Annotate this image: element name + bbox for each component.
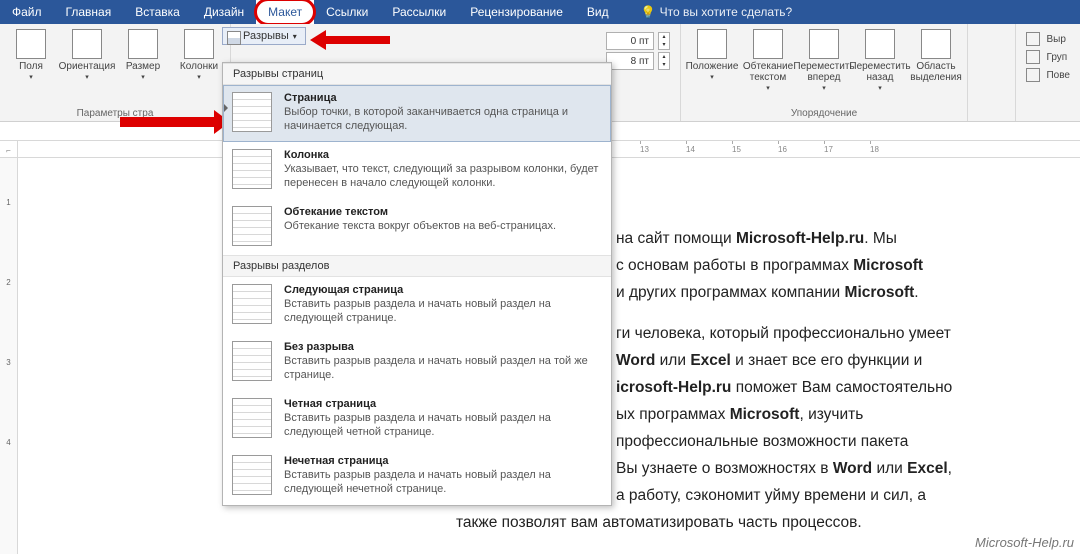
margins-icon bbox=[16, 29, 46, 59]
send-back-button[interactable]: Переместить назад▾ bbox=[853, 26, 907, 97]
ribbon-tabs: Файл Главная Вставка Дизайн Макет Ссылки… bbox=[0, 0, 1080, 24]
tab-design[interactable]: Дизайн bbox=[192, 0, 256, 24]
columns-icon bbox=[184, 29, 214, 59]
page-break-icon bbox=[232, 92, 272, 132]
rotate-button[interactable]: Пове bbox=[1020, 66, 1076, 84]
page-setup-group: Поля▾ Ориентация▾ Размер▾ Колонки▾ Парам… bbox=[0, 24, 231, 121]
tell-me[interactable]: 💡 Что вы хотите сделать? bbox=[621, 5, 793, 19]
spacing-before-value[interactable]: 0 пт bbox=[606, 32, 654, 50]
chevron-down-icon: ▾ bbox=[293, 32, 297, 41]
size-icon bbox=[128, 29, 158, 59]
bring-forward-button[interactable]: Переместить вперед▾ bbox=[797, 26, 851, 97]
columns-button[interactable]: Колонки▾ bbox=[172, 26, 226, 86]
break-next-page[interactable]: Следующая страницаВставить разрыв раздел… bbox=[223, 277, 611, 334]
break-odd-page[interactable]: Нечетная страницаВставить разрыв раздела… bbox=[223, 448, 611, 505]
size-button[interactable]: Размер▾ bbox=[116, 26, 170, 86]
breaks-dropdown: Разрывы страниц СтраницаВыбор точки, в к… bbox=[222, 62, 612, 506]
stepper-icon[interactable]: ▴▾ bbox=[658, 52, 670, 70]
break-textwrap[interactable]: Обтекание текстомОбтекание текста вокруг… bbox=[223, 199, 611, 255]
break-even-page[interactable]: Четная страницаВставить разрыв раздела и… bbox=[223, 391, 611, 448]
tab-home[interactable]: Главная bbox=[54, 0, 124, 24]
tab-review[interactable]: Рецензирование bbox=[458, 0, 575, 24]
arrange-label: Упорядочение bbox=[685, 107, 963, 121]
selection-pane-icon bbox=[921, 29, 951, 59]
align-icon bbox=[1026, 32, 1040, 46]
rotate-icon bbox=[1026, 68, 1040, 82]
selection-pane-button[interactable]: Область выделения bbox=[909, 26, 963, 86]
position-icon bbox=[697, 29, 727, 59]
breaks-button[interactable]: Разрывы▾ bbox=[222, 27, 306, 45]
orientation-button[interactable]: Ориентация▾ bbox=[60, 26, 114, 86]
odd-page-icon bbox=[232, 455, 272, 495]
group-icon bbox=[1026, 50, 1040, 64]
align-group: Выр Груп Пове bbox=[1015, 24, 1080, 121]
break-page[interactable]: СтраницаВыбор точки, в которой заканчива… bbox=[223, 85, 611, 142]
position-button[interactable]: Положение▾ bbox=[685, 26, 739, 86]
tab-layout[interactable]: Макет bbox=[256, 0, 314, 24]
watermark: Microsoft-Help.ru bbox=[975, 535, 1074, 550]
lightbulb-icon: 💡 bbox=[641, 5, 656, 19]
vertical-ruler: 1234 bbox=[0, 158, 18, 554]
orientation-icon bbox=[72, 29, 102, 59]
stepper-icon[interactable]: ▴▾ bbox=[658, 32, 670, 50]
next-page-icon bbox=[232, 284, 272, 324]
tab-insert[interactable]: Вставка bbox=[123, 0, 192, 24]
break-continuous[interactable]: Без разрываВставить разрыв раздела и нач… bbox=[223, 334, 611, 391]
arrange-group: Положение▾ Обтекание текстом▾ Переместит… bbox=[681, 24, 968, 121]
section-breaks-header: Разрывы разделов bbox=[223, 255, 611, 277]
back-icon bbox=[865, 29, 895, 59]
align-button[interactable]: Выр bbox=[1020, 30, 1076, 48]
column-break-icon bbox=[232, 149, 272, 189]
tab-links[interactable]: Ссылки bbox=[314, 0, 380, 24]
ruler-corner[interactable]: ⌐ bbox=[0, 141, 18, 158]
page-setup-label: Параметры стра bbox=[4, 107, 226, 121]
tab-mailings[interactable]: Рассылки bbox=[380, 0, 458, 24]
document-body[interactable]: на сайт помощи Microsoft-Help.ru. Мы с о… bbox=[616, 225, 1080, 536]
page-breaks-header: Разрывы страниц bbox=[223, 63, 611, 85]
spacing-after-value[interactable]: 8 пт bbox=[606, 52, 654, 70]
forward-icon bbox=[809, 29, 839, 59]
wrap-icon bbox=[753, 29, 783, 59]
textwrap-break-icon bbox=[232, 206, 272, 246]
wrap-button[interactable]: Обтекание текстом▾ bbox=[741, 26, 795, 97]
break-column[interactable]: КолонкаУказывает, что текст, следующий з… bbox=[223, 142, 611, 199]
tab-view[interactable]: Вид bbox=[575, 0, 621, 24]
even-page-icon bbox=[232, 398, 272, 438]
continuous-icon bbox=[232, 341, 272, 381]
group-button[interactable]: Груп bbox=[1020, 48, 1076, 66]
tab-file[interactable]: Файл bbox=[0, 0, 54, 24]
spacing-before-after: 0 пт▴▾ 8 пт▴▾ bbox=[606, 26, 670, 70]
margins-button[interactable]: Поля▾ bbox=[4, 26, 58, 86]
